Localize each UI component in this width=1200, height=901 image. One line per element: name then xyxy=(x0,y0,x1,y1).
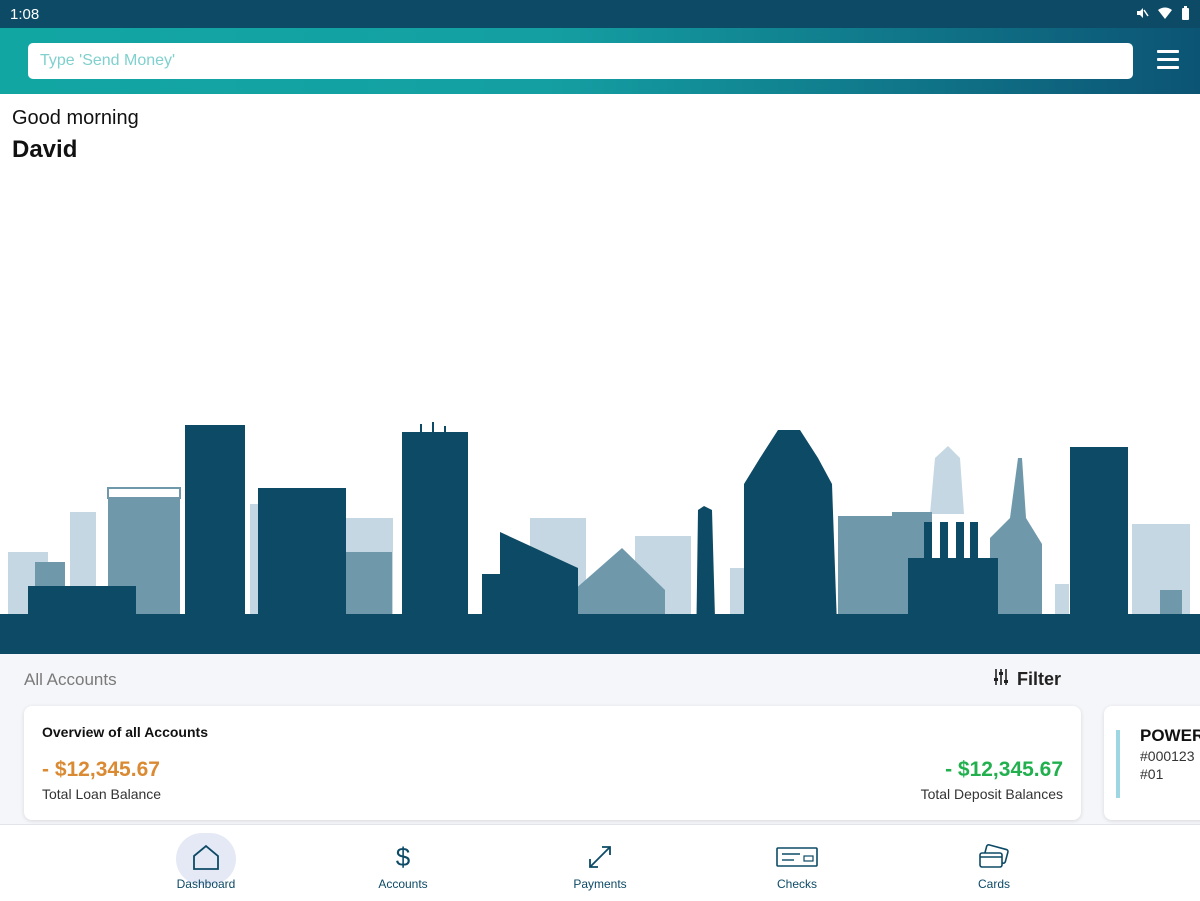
status-bar: 1:08 xyxy=(0,0,1200,28)
nav-label-dashboard: Dashboard xyxy=(176,877,236,891)
account-accent-bar xyxy=(1116,730,1120,798)
filter-sliders-icon xyxy=(993,668,1009,691)
nav-label-accounts: Accounts xyxy=(378,877,428,891)
total-deposit-label: Total Deposit Balances xyxy=(920,786,1063,802)
battery-icon xyxy=(1181,6,1190,23)
app-header xyxy=(0,28,1200,94)
filter-label: Filter xyxy=(1017,669,1062,689)
home-icon xyxy=(191,843,221,876)
accounts-section-title: All Accounts xyxy=(24,670,117,689)
account-card[interactable]: POWER #000123 #01 xyxy=(1104,706,1200,820)
nav-item-accounts[interactable]: $ Accounts xyxy=(353,825,453,901)
city-skyline-illustration xyxy=(0,422,1200,654)
menu-icon-bar xyxy=(1157,58,1179,61)
status-time: 1:08 xyxy=(10,6,40,23)
nav-item-dashboard[interactable]: Dashboard xyxy=(156,825,256,901)
nav-label-cards: Cards xyxy=(977,877,1010,891)
bottom-nav: Dashboard $ Accounts Payments Checks Car… xyxy=(0,824,1200,900)
account-suffix: #01 xyxy=(1140,766,1164,782)
svg-text:$: $ xyxy=(396,842,411,872)
account-number: #000123 xyxy=(1140,748,1195,764)
accounts-overview-card[interactable]: Overview of all Accounts - $12,345.67 To… xyxy=(24,706,1081,820)
menu-button[interactable] xyxy=(1157,50,1181,72)
dollar-icon: $ xyxy=(392,842,414,877)
filter-button[interactable]: Filter xyxy=(993,668,1061,691)
total-loan-amount: - $12,345.67 xyxy=(42,758,160,781)
mute-icon xyxy=(1135,6,1149,23)
search-input[interactable] xyxy=(28,43,1133,79)
nav-label-payments: Payments xyxy=(573,877,627,891)
total-deposit-amount: - $12,345.67 xyxy=(945,758,1063,781)
cards-icon xyxy=(977,843,1011,876)
user-name: David xyxy=(12,136,78,163)
transfer-arrows-icon xyxy=(586,843,614,876)
status-icons xyxy=(1135,6,1190,23)
nav-item-payments[interactable]: Payments xyxy=(550,825,650,901)
nav-label-checks: Checks xyxy=(776,877,817,891)
search-box xyxy=(28,43,1133,79)
overview-card-title: Overview of all Accounts xyxy=(42,724,208,740)
wifi-icon xyxy=(1157,6,1173,23)
nav-item-cards[interactable]: Cards xyxy=(944,825,1044,901)
nav-item-checks[interactable]: Checks xyxy=(747,825,847,901)
accounts-section: All Accounts Filter Overview of all Acco… xyxy=(0,654,1200,824)
menu-icon-bar xyxy=(1157,50,1179,53)
account-name: POWER xyxy=(1140,726,1200,745)
check-icon xyxy=(776,846,818,873)
menu-icon-bar xyxy=(1157,66,1179,69)
greeting-text: Good morning xyxy=(12,107,139,129)
total-loan-label: Total Loan Balance xyxy=(42,786,162,802)
